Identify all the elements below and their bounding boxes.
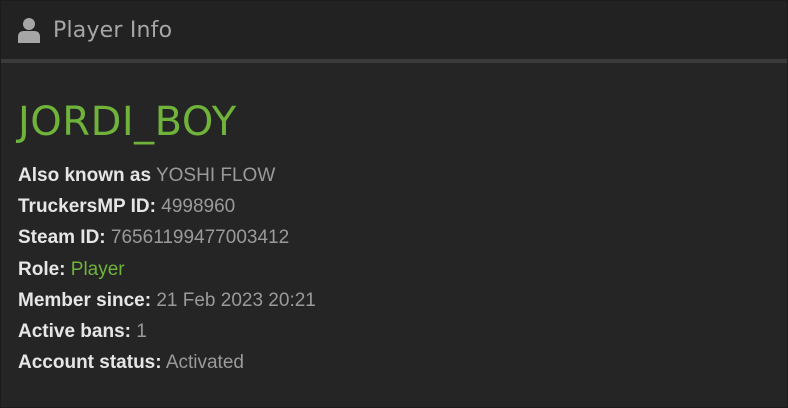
- player-info-panel: Player Info JORDI_BOY Also known as YOSH…: [0, 0, 788, 408]
- info-row-truckersmp-id: TruckersMP ID: 4998960: [18, 191, 770, 222]
- info-value: Activated: [165, 352, 244, 374]
- info-label: Account status:: [18, 352, 162, 374]
- info-row-steam-id: Steam ID: 76561199477003412: [18, 222, 770, 253]
- info-row-active-bans: Active bans: 1: [18, 316, 770, 347]
- info-label: TruckersMP ID:: [18, 196, 156, 218]
- info-value: YOSHI FLOW: [155, 165, 276, 186]
- info-label: Member since:: [18, 289, 152, 311]
- info-label: Also known as: [18, 165, 152, 186]
- role-value: Player: [70, 258, 125, 280]
- info-row-aka: Also known as YOSHI FLOW: [18, 160, 770, 191]
- player-name: JORDI_BOY: [18, 99, 237, 145]
- info-label: Steam ID:: [18, 227, 106, 249]
- info-value: 1: [136, 321, 147, 343]
- info-label: Role:: [18, 258, 66, 280]
- info-label: Active bans:: [18, 321, 131, 343]
- info-value: 4998960: [161, 196, 236, 218]
- panel-title: Player Info: [53, 17, 173, 43]
- panel-header: Player Info: [1, 1, 787, 59]
- info-row-member-since: Member since: 21 Feb 2023 20:21: [18, 285, 770, 316]
- info-value: 76561199477003412: [110, 227, 290, 249]
- panel-body: JORDI_BOY Also known as YOSHI FLOW Truck…: [1, 63, 787, 378]
- info-value: 21 Feb 2023 20:21: [156, 289, 316, 311]
- user-icon: [18, 17, 40, 43]
- info-row-account-status: Account status: Activated: [18, 347, 770, 378]
- info-row-role: Role: Player: [18, 254, 770, 285]
